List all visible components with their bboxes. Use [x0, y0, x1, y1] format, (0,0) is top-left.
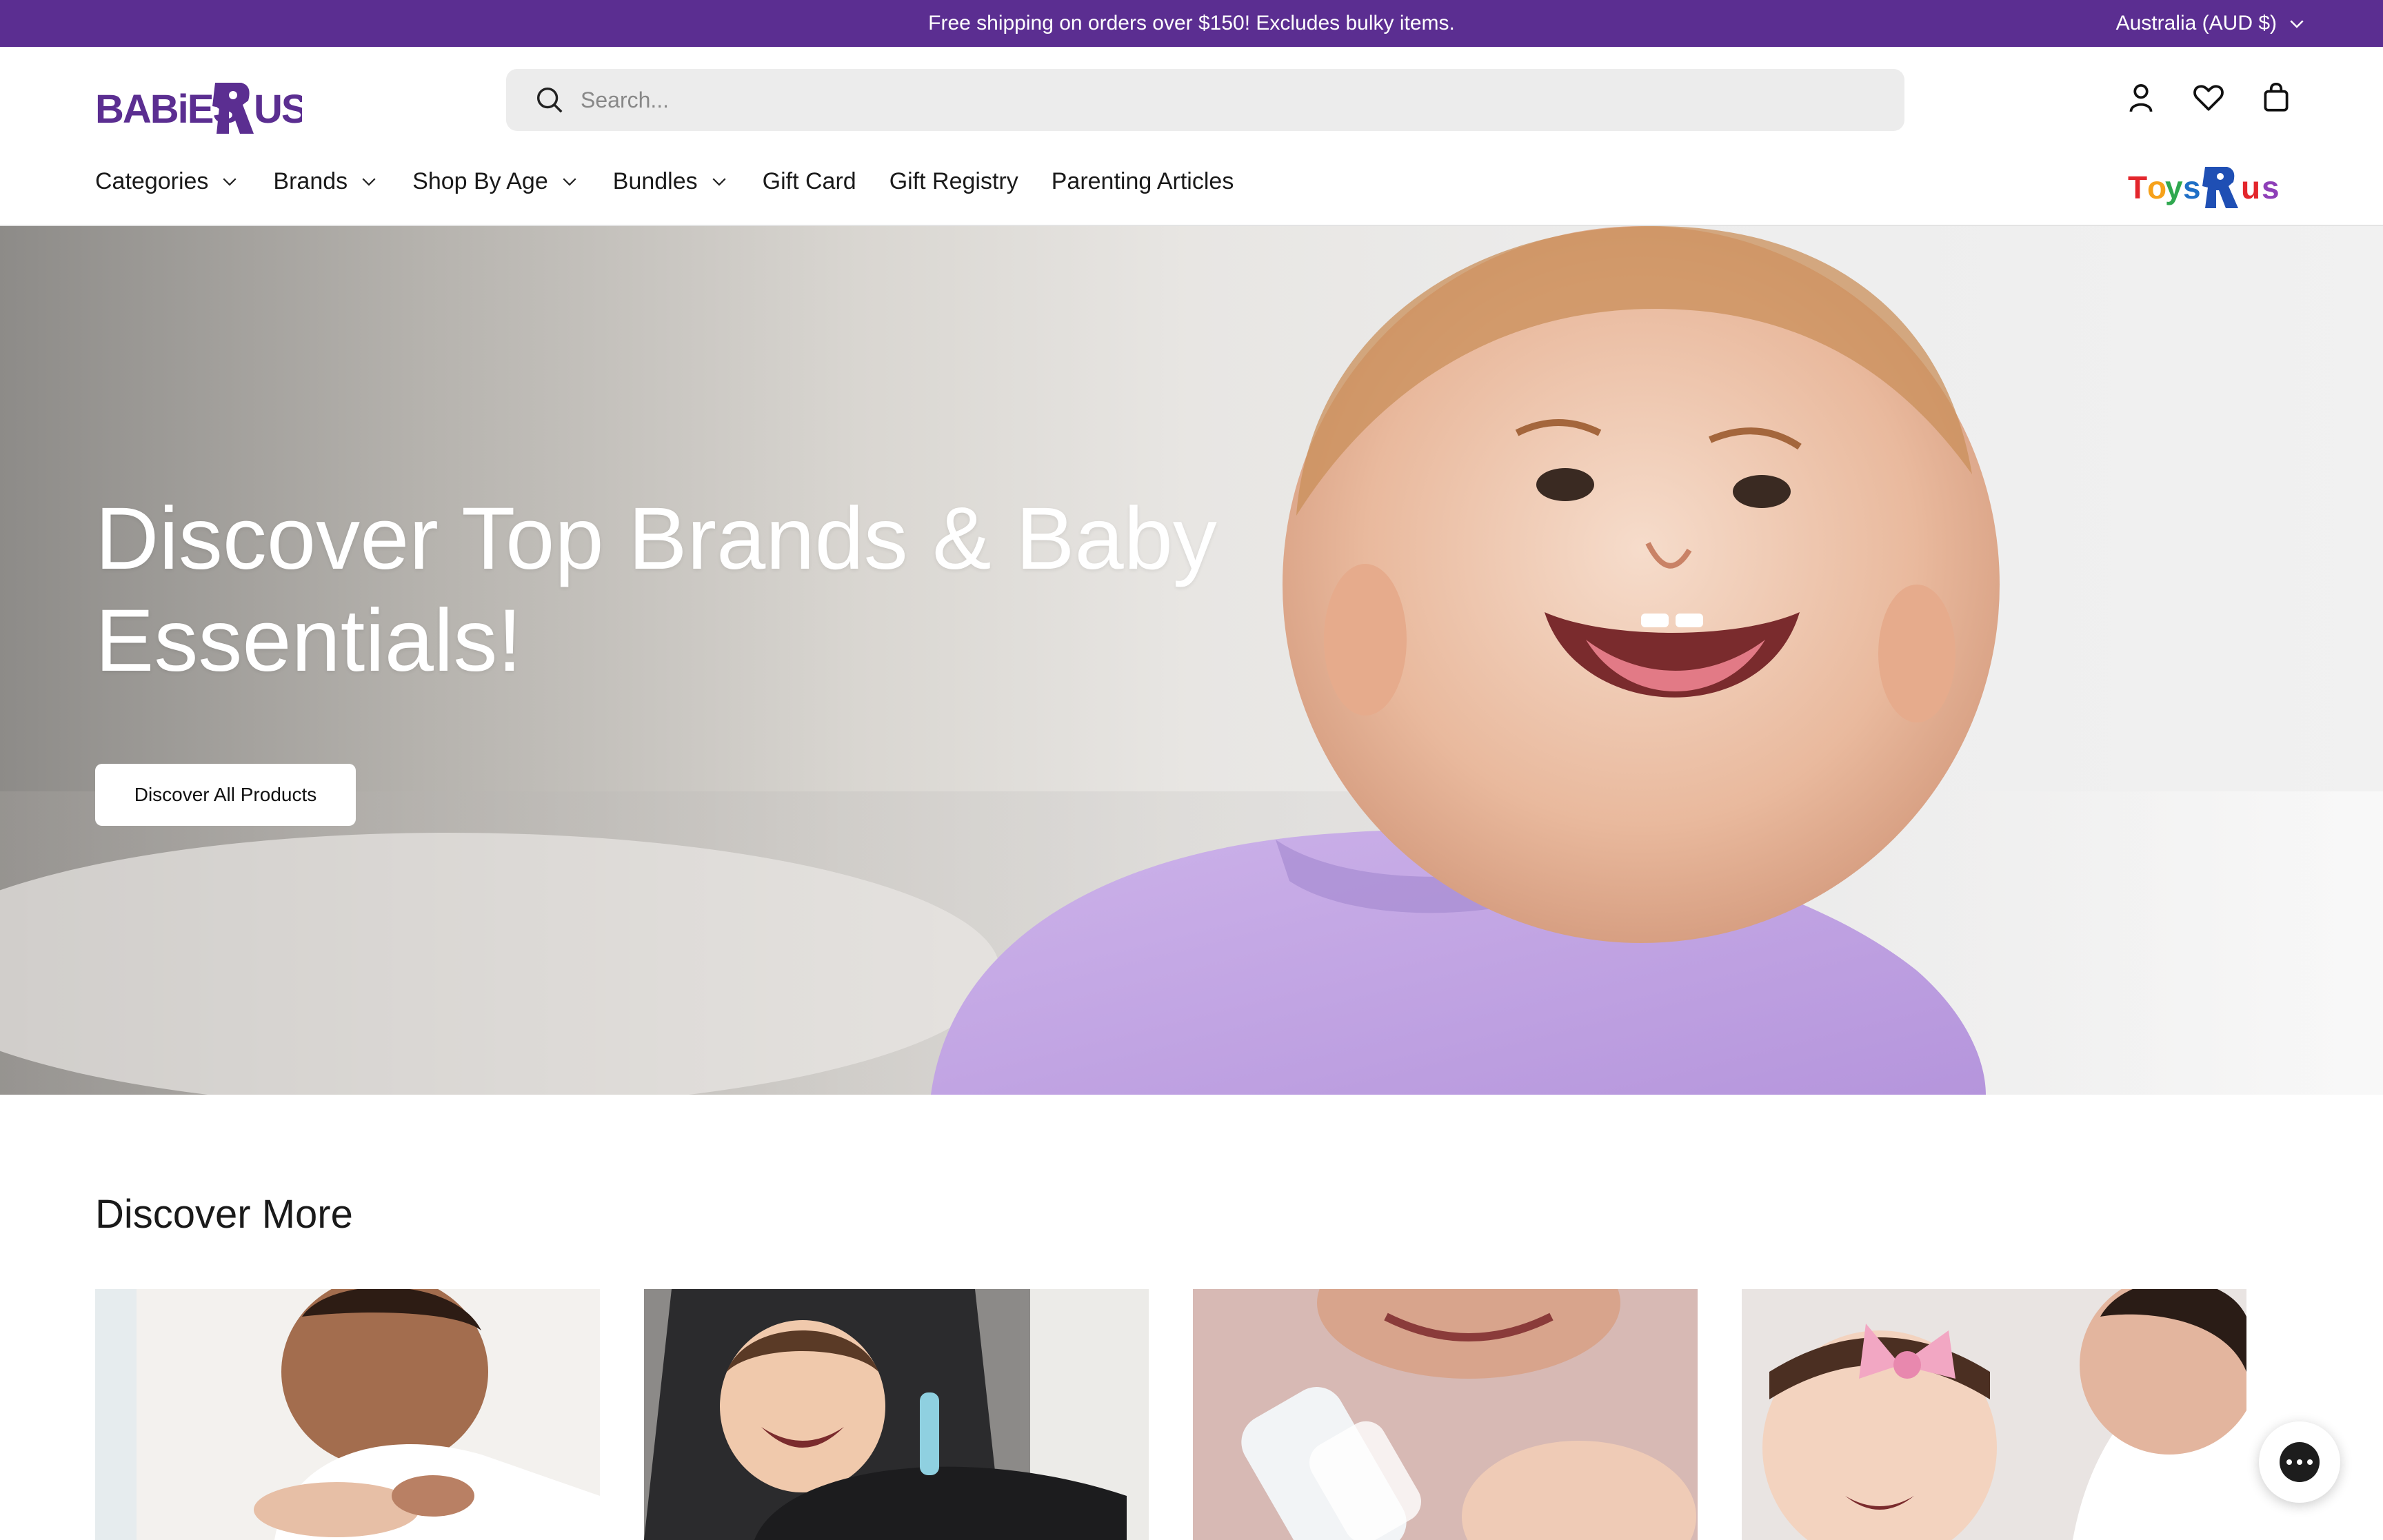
chevron-down-icon: [223, 178, 237, 186]
card-image: [644, 1289, 1149, 1540]
discover-card-bottle-feeding[interactable]: [1193, 1289, 1698, 1540]
chevron-down-icon: [712, 178, 726, 186]
search-icon: [536, 87, 563, 113]
chat-widget-button[interactable]: [2259, 1421, 2340, 1503]
chat-bubble-icon: [2280, 1442, 2320, 1482]
account-icon[interactable]: [2124, 80, 2158, 114]
hero-title: Discover Top Brands & Baby Essentials!: [95, 489, 1217, 690]
discover-card-mother-baby-feet[interactable]: [95, 1289, 600, 1540]
header-icons: [2124, 80, 2293, 114]
nav-item-categories[interactable]: Categories: [95, 168, 240, 195]
discover-card-baby-pink-bow[interactable]: [1742, 1289, 2246, 1540]
chevron-down-icon: [362, 178, 376, 186]
svg-text:o: o: [2147, 170, 2166, 205]
announcement-text: Free shipping on orders over $150! Exclu…: [928, 12, 1455, 34]
svg-text:y: y: [2165, 170, 2183, 205]
nav-item-brands[interactable]: Brands: [273, 168, 379, 195]
nav-item-bundles[interactable]: Bundles: [613, 168, 730, 195]
nav-label: Brands: [273, 168, 348, 194]
search-bar[interactable]: [506, 69, 1904, 131]
nav-label: Categories: [95, 168, 209, 194]
nav-item-gift-registry[interactable]: Gift Registry: [889, 168, 1018, 195]
card-image: [1742, 1289, 2246, 1540]
discover-all-products-button[interactable]: Discover All Products: [95, 764, 356, 826]
cart-bag-icon[interactable]: [2259, 80, 2293, 114]
svg-text:US: US: [254, 87, 302, 132]
toys-r-us-logo[interactable]: T o y s u s: [2128, 163, 2286, 211]
chevron-down-icon: [563, 178, 576, 186]
svg-text:s: s: [2262, 170, 2280, 205]
chevron-down-icon: [2290, 20, 2304, 28]
announcement-bar: Free shipping on orders over $150! Exclu…: [0, 0, 2383, 47]
nav-label: Bundles: [612, 168, 698, 194]
wishlist-heart-icon[interactable]: [2191, 80, 2226, 114]
svg-text:T: T: [2128, 170, 2147, 205]
nav-item-parenting-articles[interactable]: Parenting Articles: [1052, 168, 1234, 195]
babies-r-us-logo[interactable]: BABiES US: [95, 74, 302, 136]
card-image: [95, 1289, 600, 1540]
nav-item-gift-card[interactable]: Gift Card: [763, 168, 856, 195]
svg-text:s: s: [2183, 170, 2201, 205]
nav-label: Gift Card: [762, 168, 856, 194]
nav-label: Shop By Age: [412, 168, 548, 194]
nav-label: Gift Registry: [889, 168, 1018, 194]
discover-more-title: Discover More: [95, 1192, 353, 1237]
nav-item-shop-by-age[interactable]: Shop By Age: [412, 168, 580, 195]
country-selector[interactable]: Australia (AUD $): [2116, 0, 2307, 47]
nav-label: Parenting Articles: [1051, 168, 1234, 194]
discover-card-baby-stroller[interactable]: [644, 1289, 1149, 1540]
search-input[interactable]: [581, 87, 1822, 113]
hero-banner: Discover Top Brands & Baby Essentials! D…: [0, 226, 2383, 1095]
country-label: Australia (AUD $): [2115, 12, 2277, 34]
main-nav: Categories Brands Shop By Age Bundles Gi…: [95, 157, 1234, 205]
site-header: BABiES US Categories Brands Shop: [0, 47, 2383, 226]
discover-cards: [95, 1289, 2246, 1540]
svg-text:u: u: [2241, 170, 2260, 205]
card-image: [1193, 1289, 1698, 1540]
